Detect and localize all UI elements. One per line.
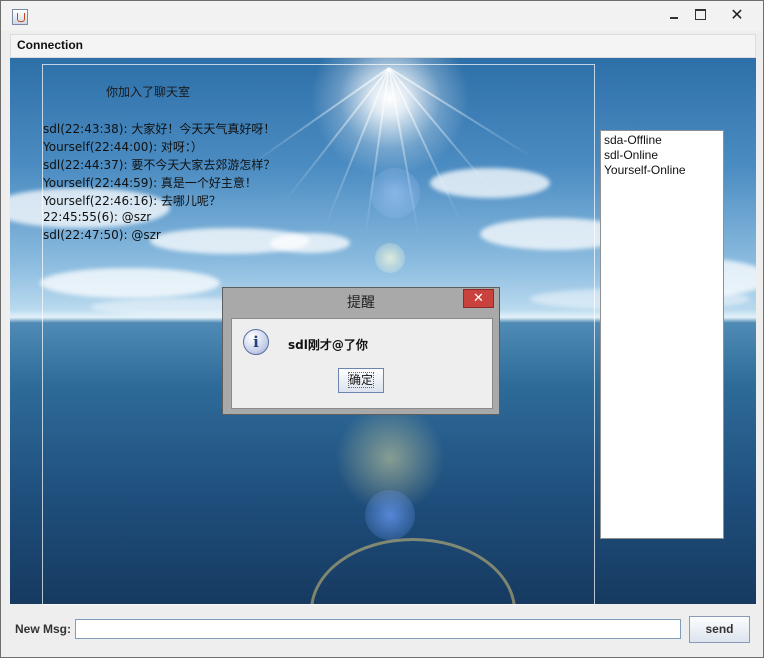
- ok-button[interactable]: 确定: [338, 368, 384, 393]
- minimize-button[interactable]: [665, 5, 683, 25]
- dialog-close-button[interactable]: ✕: [463, 289, 494, 308]
- dialog-message: sdl刚才@了你: [288, 338, 368, 352]
- java-cup-icon[interactable]: [12, 9, 28, 25]
- chat-message: 22:45:55(6): @szr: [43, 210, 152, 224]
- dialog-title[interactable]: 提醒: [223, 292, 499, 312]
- info-icon: i: [243, 329, 269, 355]
- ok-button-label: 确定: [347, 372, 375, 388]
- maximize-button[interactable]: [691, 5, 709, 25]
- message-input[interactable]: [75, 619, 681, 639]
- chat-message: sdl(22:44:37): 要不今天大家去郊游怎样？: [43, 158, 276, 172]
- close-window-button[interactable]: ✕: [715, 5, 759, 25]
- alert-dialog: 提醒 ✕ i sdl刚才@了你 确定: [222, 287, 500, 415]
- title-bar[interactable]: ✕: [1, 1, 763, 31]
- menu-connection[interactable]: Connection: [17, 38, 83, 52]
- online-users-list[interactable]: sda-Offline sdl-Online Yourself-Online: [600, 130, 724, 539]
- chat-message: sdl(22:47:50): @szr: [43, 228, 161, 242]
- send-button[interactable]: send: [689, 616, 750, 643]
- chat-message: sdl(22:43:38): 大家好！今天天气真好呀！: [43, 122, 276, 136]
- chat-message: Yourself(22:44:00): 对呀：）: [43, 140, 203, 154]
- new-msg-label: New Msg:: [15, 622, 72, 636]
- chat-message: Yourself(22:44:59): 真是一个好主意！: [43, 176, 257, 190]
- user-item[interactable]: sda-Offline: [604, 133, 662, 147]
- user-item[interactable]: sdl-Online: [604, 148, 658, 162]
- dialog-body: i sdl刚才@了你 确定: [231, 318, 493, 409]
- user-item[interactable]: Yourself-Online: [604, 163, 686, 177]
- menu-bar: Connection: [10, 34, 756, 58]
- joined-notice: 你加入了聊天室: [106, 85, 191, 99]
- chat-message: Yourself(22:46:16): 去哪儿呢？: [43, 194, 221, 208]
